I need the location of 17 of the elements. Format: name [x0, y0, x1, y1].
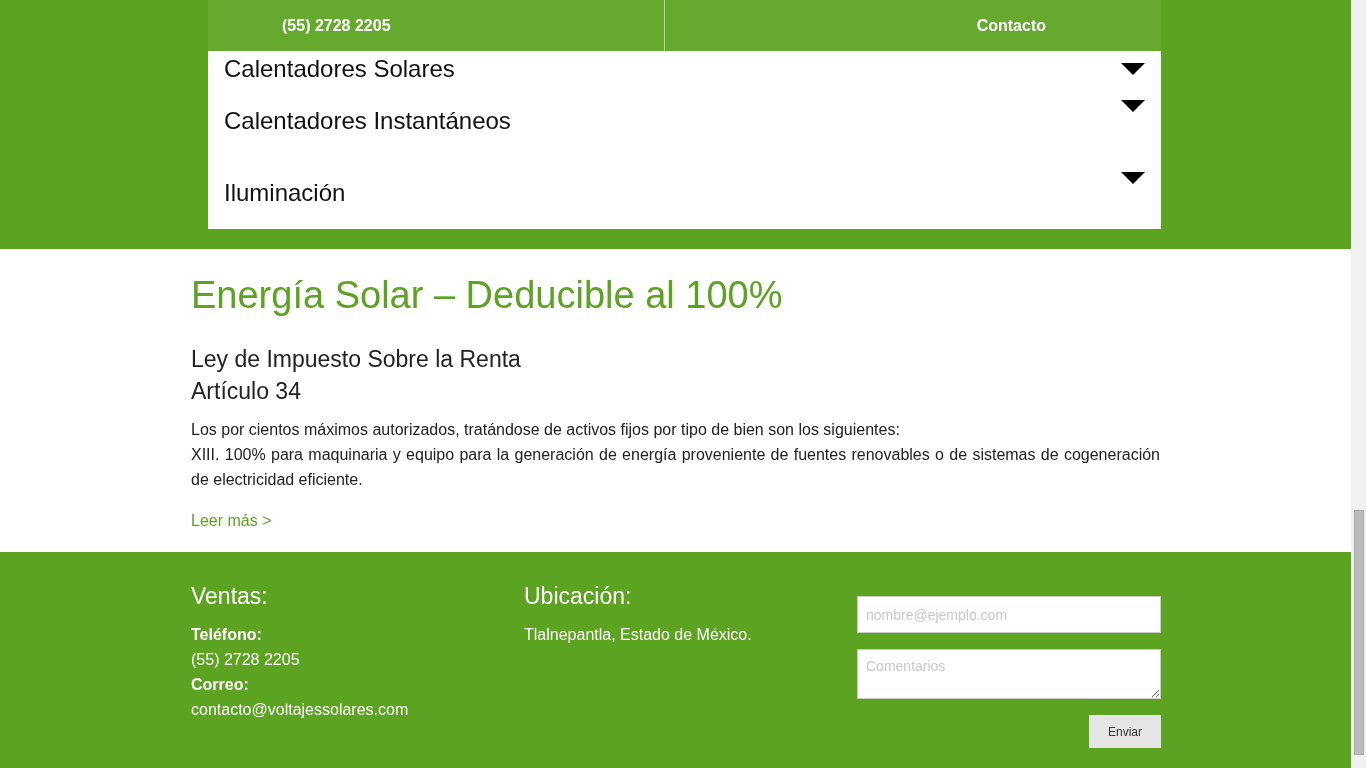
paragraph: XIII. 100% para maquinaria y equipo para la generación de energía proveniente de fuentes renovables o de sistemas de cogeneración de electricidad eficiente.: [191, 445, 1160, 490]
subtitle: Artículo 34: [191, 377, 302, 406]
sales-heading: Ventas:: [191, 582, 269, 610]
location-heading: Ubicación:: [524, 582, 633, 610]
contact-value: contacto@voltajessolares.com: [191, 700, 410, 720]
address-text: Tlalnepantla, Estado de México.: [524, 625, 753, 645]
caret-icon: [1121, 100, 1145, 112]
paragraph: Los por cientos máximos autorizados, tratándose de activos fijos por tipo de bien son los siguientes:: [191, 420, 901, 440]
subtitle: Ley de Impuesto Sobre la Renta: [191, 345, 522, 374]
caret-icon: [1121, 172, 1145, 184]
section-title: Energía Solar – Deducible al 100%: [191, 273, 784, 317]
contact-value: (55) 2728 2205: [191, 650, 301, 670]
scrollbar-thumb[interactable]: [1354, 510, 1364, 755]
caret-icon: [1121, 63, 1145, 75]
contact-label: Correo:: [191, 675, 250, 695]
contact-label: Teléfono:: [191, 625, 263, 645]
send-button[interactable]: Enviar: [1089, 715, 1161, 748]
